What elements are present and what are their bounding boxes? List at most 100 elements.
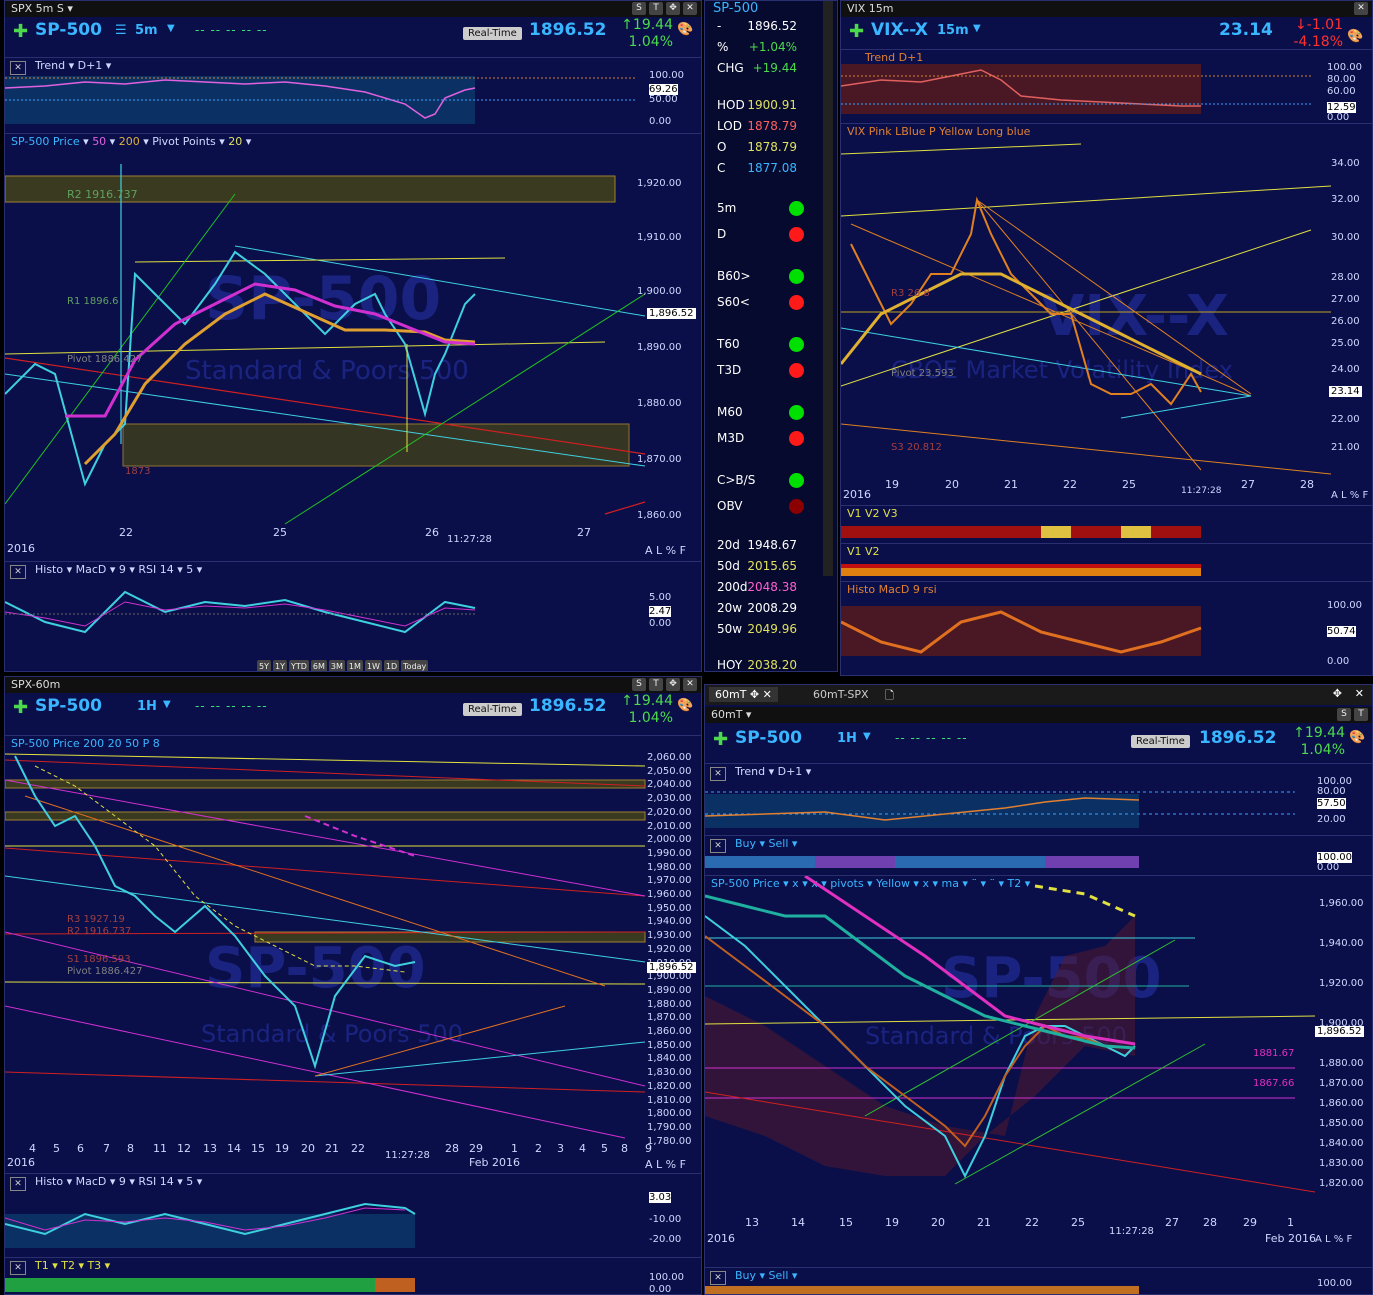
time-label: 11:27:28 <box>385 1150 430 1161</box>
y-axis-label: 2,050.00 <box>647 765 692 777</box>
x-axis-label: 14 <box>791 1216 805 1229</box>
year-label: 2016 <box>707 1232 735 1245</box>
template-icon[interactable]: T <box>649 2 663 15</box>
window-titlebar[interactable]: SPX-60m S T ✥ ✕ <box>5 677 701 693</box>
y-axis-label: 1,900.00 <box>637 286 682 297</box>
interval-select[interactable]: 15m <box>937 23 969 38</box>
x-axis-label: 2 <box>535 1142 542 1155</box>
template-icon[interactable]: T <box>649 678 663 691</box>
symbol-name[interactable]: SP-500 <box>35 20 102 40</box>
chevron-down-icon[interactable]: ▼ <box>167 23 175 34</box>
interval-select[interactable]: 1H <box>137 699 157 714</box>
palette-icon[interactable]: 🎨 <box>677 22 693 37</box>
chevron-down-icon[interactable]: ▼ <box>863 731 871 742</box>
x-axis-label: 25 <box>1122 478 1136 491</box>
close-icon[interactable]: ✕ <box>683 2 697 15</box>
y-axis-label: 1,890.00 <box>647 984 692 996</box>
window-titlebar[interactable]: SPX 5m S ▾ S T ✥ ✕ <box>5 1 701 17</box>
chevron-down-icon[interactable]: ▼ <box>163 699 171 710</box>
close-icon[interactable]: ✕ <box>1355 687 1364 700</box>
menu-icon[interactable]: ☰ <box>115 23 127 38</box>
new-tab-icon[interactable]: 🗋 <box>885 687 894 706</box>
move-icon[interactable]: ✥ <box>1333 687 1342 700</box>
tab-60mt[interactable]: 60mT ✥ ✕ <box>709 687 778 702</box>
add-icon[interactable]: ✚ <box>13 697 28 718</box>
move-icon[interactable]: ✥ <box>666 2 680 15</box>
x-axis-label: 8 <box>127 1142 134 1155</box>
x-axis-label: 5 <box>601 1142 608 1155</box>
interval-select[interactable]: 5m <box>135 23 158 38</box>
symbol-name[interactable]: SP-500 <box>35 696 102 716</box>
axis-mode-buttons[interactable]: A L % F <box>645 1158 686 1171</box>
range-button[interactable]: 1M <box>346 660 363 671</box>
range-button[interactable]: 1Y <box>272 660 287 671</box>
link-dots[interactable]: -- -- -- -- -- <box>195 23 268 37</box>
change-value: ↑19.44 1.04% <box>621 693 673 726</box>
range-button[interactable]: 1D <box>383 660 400 671</box>
range-buttons: 5Y 1Y YTD 6M 3M 1M 1W 1D Today <box>257 660 429 671</box>
change-value: ↓-1.01 -4.18% <box>1293 17 1343 50</box>
last-price-marker: 1,896.52 <box>647 308 696 319</box>
axis-label: 100.00 <box>1327 62 1362 73</box>
window-titlebar[interactable]: VIX 15m ✕ <box>841 1 1372 17</box>
s3-label: S3 20.812 <box>891 442 942 453</box>
symbol-name[interactable]: VIX--X <box>871 20 928 40</box>
settings-icon[interactable]: S <box>632 2 646 15</box>
y-axis-label: 1,920.00 <box>637 178 682 189</box>
month-label: Feb 2016 <box>1265 1232 1316 1245</box>
palette-icon[interactable]: 🎨 <box>677 698 693 713</box>
y-axis-label: 1,820.00 <box>1319 1178 1364 1189</box>
y-axis-label: 1,930.00 <box>647 930 692 942</box>
x-axis-label: 28 <box>1300 478 1314 491</box>
t-subpane: ✕ T1 ▾ T2 ▾ T3 ▾ 100.00 0.00 <box>5 1257 701 1294</box>
y-axis-label: 2,020.00 <box>647 806 692 818</box>
move-icon[interactable]: ✥ <box>666 678 680 691</box>
symbol-header: ✚ SP-500 1H ▼ -- -- -- -- -- Real-Time 1… <box>5 693 701 726</box>
close-icon[interactable]: ✕ <box>1354 2 1368 15</box>
x-axis-label: 20 <box>301 1142 315 1155</box>
change-value: ↑19.44 1.04% <box>621 17 673 50</box>
x-axis-label: 25 <box>1071 1216 1085 1229</box>
axis-mode-buttons[interactable]: A L % F <box>645 544 686 557</box>
signal-light <box>789 295 804 310</box>
axis-label: -20.00 <box>649 1234 682 1245</box>
close-icon[interactable]: ✕ <box>683 678 697 691</box>
x-axis-label: 6 <box>77 1142 84 1155</box>
range-button[interactable]: 1W <box>364 660 382 671</box>
time-label: 11:27:28 <box>1109 1226 1154 1237</box>
axis-mode-buttons[interactable]: A L % F <box>1315 1234 1352 1245</box>
axis-mode-buttons[interactable]: A L % F <box>1331 490 1368 501</box>
signal-key: B60> <box>717 269 751 283</box>
realtime-button[interactable]: Real-Time <box>463 27 522 40</box>
range-button[interactable]: 5Y <box>257 660 271 671</box>
tab-60mt-spx[interactable]: 60mT-SPX <box>807 687 875 702</box>
signal-row: T60 <box>717 337 804 355</box>
realtime-button[interactable]: Real-Time <box>1131 735 1190 748</box>
interval-select[interactable]: 1H <box>837 731 857 746</box>
change-value: ↑19.44 1.04% <box>1293 725 1345 758</box>
range-button[interactable]: Today <box>401 660 429 671</box>
quote-value: 1877.08 <box>747 161 797 175</box>
range-button[interactable]: 6M <box>310 660 327 671</box>
settings-icon[interactable]: S <box>632 678 646 691</box>
signal-key: T3D <box>717 363 742 377</box>
link-dots[interactable]: -- -- -- -- -- <box>195 699 268 713</box>
chevron-down-icon[interactable]: ▼ <box>973 23 981 34</box>
palette-icon[interactable]: 🎨 <box>1349 730 1365 745</box>
window-titlebar[interactable]: 60mT ▾ ST <box>705 707 1372 723</box>
add-icon[interactable]: ✚ <box>713 729 728 750</box>
template-icon[interactable]: T <box>1354 708 1368 721</box>
range-button[interactable]: YTD <box>288 660 309 671</box>
realtime-button[interactable]: Real-Time <box>463 703 522 716</box>
scrollbar[interactable] <box>823 1 833 576</box>
y-axis-label: 26.00 <box>1331 316 1360 327</box>
range-button[interactable]: 3M <box>328 660 345 671</box>
symbol-name[interactable]: SP-500 <box>735 728 802 748</box>
settings-icon[interactable]: S <box>1337 708 1351 721</box>
link-dots[interactable]: -- -- -- -- -- <box>895 731 968 745</box>
add-icon[interactable]: ✚ <box>849 21 864 42</box>
palette-icon[interactable]: 🎨 <box>1347 29 1363 44</box>
add-icon[interactable]: ✚ <box>13 21 28 42</box>
t-chart <box>5 1278 415 1292</box>
signal-key: OBV <box>717 499 743 513</box>
